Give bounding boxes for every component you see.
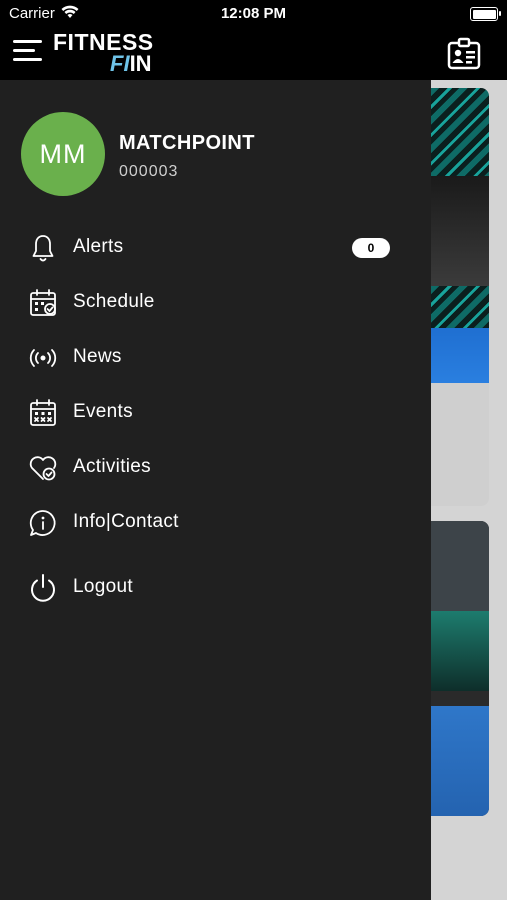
- menu-label: Schedule: [73, 291, 155, 312]
- feed-card[interactable]: [431, 88, 489, 506]
- gym-photo: [431, 88, 489, 383]
- menu-item-news[interactable]: News: [0, 334, 431, 380]
- menu-item-alerts[interactable]: Alerts 0: [0, 224, 431, 270]
- menu-label: News: [73, 346, 122, 367]
- menu-item-logout[interactable]: Logout: [0, 564, 431, 610]
- gym-photo: [431, 521, 489, 816]
- menu-item-events[interactable]: Events: [0, 389, 431, 435]
- user-id: 000003: [119, 163, 179, 180]
- app-logo: FITNESS FIIN: [53, 30, 154, 76]
- menu-item-info-contact[interactable]: Info|Contact: [0, 499, 431, 545]
- menu-label: Info|Contact: [73, 511, 179, 532]
- menu-label: Alerts: [73, 236, 124, 257]
- home-feed: [431, 80, 507, 900]
- menu-label: Events: [73, 401, 133, 422]
- feed-card[interactable]: [431, 521, 489, 816]
- status-bar: Carrier 12:08 PM: [0, 0, 507, 28]
- menu-item-activities[interactable]: Activities: [0, 444, 431, 490]
- menu-item-schedule[interactable]: Schedule: [0, 279, 431, 325]
- menu-label: Logout: [73, 576, 133, 597]
- member-card-icon[interactable]: [447, 37, 481, 71]
- bell-icon: [32, 235, 54, 262]
- heart-check-icon: [29, 456, 57, 481]
- alerts-count-badge: 0: [352, 238, 390, 258]
- broadcast-icon: [29, 349, 57, 367]
- battery-icon: [470, 7, 501, 21]
- logo-text-bottom: FIIN: [110, 51, 152, 76]
- calendar-check-icon: [30, 289, 56, 316]
- power-icon: [31, 574, 55, 602]
- user-name: MATCHPOINT: [119, 132, 255, 154]
- avatar: MM: [21, 112, 105, 196]
- calendar-grid-icon: [30, 399, 56, 426]
- menu-toggle-button[interactable]: [13, 40, 42, 62]
- app-header: FITNESS FIIN: [0, 28, 507, 80]
- menu-label: Activities: [73, 456, 151, 477]
- navigation-drawer: MM MATCHPOINT 000003 Alerts 0 Schedule N…: [0, 80, 431, 900]
- info-chat-icon: [29, 510, 56, 536]
- clock: 12:08 PM: [220, 5, 287, 22]
